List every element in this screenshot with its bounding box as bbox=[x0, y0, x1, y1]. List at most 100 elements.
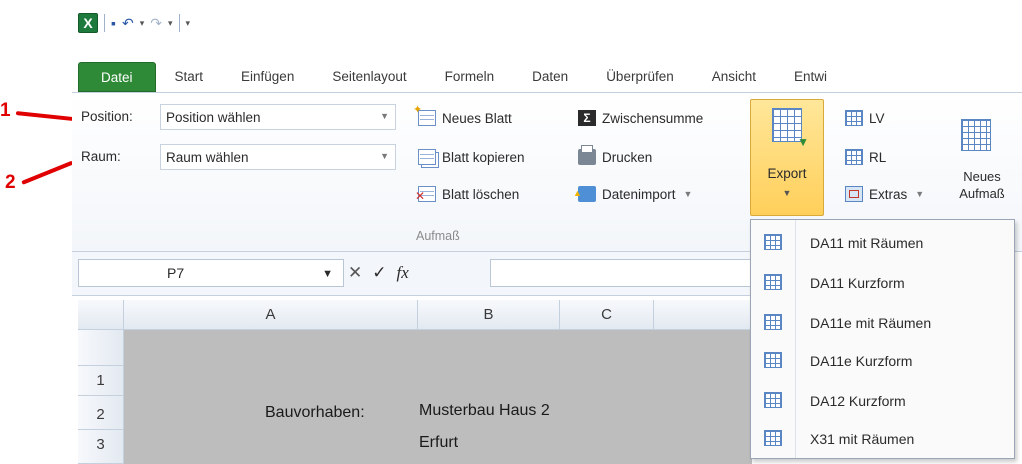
export-dropdown-menu: DA11 mit Räumen DA11 Kurzform DA11e mit … bbox=[750, 219, 1015, 459]
new-aufmass-icon[interactable] bbox=[961, 119, 991, 151]
menu-item-label: DA11 Kurzform bbox=[810, 275, 905, 291]
neues-blatt-label: Neues Blatt bbox=[442, 110, 512, 126]
select-all-corner[interactable] bbox=[78, 300, 124, 330]
tab-formeln[interactable]: Formeln bbox=[426, 62, 514, 92]
table-icon bbox=[764, 352, 782, 368]
menu-item-da11-kurzform[interactable]: DA11 Kurzform bbox=[751, 264, 1014, 302]
row-header-1[interactable]: 1 bbox=[78, 366, 124, 396]
zwischensumme-label: Zwischensumme bbox=[602, 110, 704, 126]
tab-seitenlayout[interactable]: Seitenlayout bbox=[313, 62, 425, 92]
ribbon-tabs: Datei Start Einfügen Seitenlayout Formel… bbox=[78, 58, 846, 92]
zwischensumme-button[interactable]: Σ Zwischensumme bbox=[578, 106, 703, 130]
menu-item-label: DA12 Kurzform bbox=[810, 393, 906, 409]
chevron-down-icon: ▼ bbox=[782, 188, 792, 198]
blatt-loeschen-button[interactable]: Blatt löschen bbox=[415, 182, 520, 206]
tab-ueberpruefen[interactable]: Überprüfen bbox=[587, 62, 693, 92]
drucken-label: Drucken bbox=[602, 149, 653, 165]
extras-label: Extras bbox=[869, 186, 908, 202]
excel-logo-icon: X bbox=[78, 13, 98, 33]
sigma-icon: Σ bbox=[578, 110, 596, 126]
datenimport-label: Datenimport bbox=[602, 186, 676, 202]
column-header-d[interactable] bbox=[654, 300, 752, 330]
menu-item-x31-mit-raeumen[interactable]: X31 mit Räumen bbox=[751, 420, 1014, 458]
table-icon bbox=[764, 314, 782, 330]
tab-start[interactable]: Start bbox=[156, 62, 223, 92]
raum-label: Raum: bbox=[81, 149, 121, 164]
lv-button[interactable]: LV bbox=[845, 106, 885, 130]
tab-ansicht[interactable]: Ansicht bbox=[693, 62, 775, 92]
position-combobox-value: Position wählen bbox=[166, 109, 261, 125]
copy-sheet-icon bbox=[418, 149, 436, 165]
menu-item-da11e-kurzform[interactable]: DA11e Kurzform bbox=[751, 342, 1014, 380]
enter-icon[interactable]: ✓ bbox=[372, 263, 386, 283]
table-icon bbox=[764, 234, 782, 250]
drucken-button[interactable]: Drucken bbox=[578, 145, 652, 169]
ribbon-group-label: Aufmaß bbox=[416, 229, 460, 243]
cancel-icon[interactable]: ✕ bbox=[348, 263, 362, 283]
neues-aufmass-button[interactable]: Neues Aufmaß bbox=[952, 168, 1012, 202]
cell-b2[interactable]: Musterbau Haus 2 bbox=[419, 402, 550, 420]
export-label: Export bbox=[767, 166, 807, 181]
name-box[interactable]: P7 ▼ bbox=[78, 259, 344, 287]
callout-number-1: 1 bbox=[0, 100, 11, 121]
row-header-3[interactable]: 3 bbox=[78, 430, 124, 464]
table-icon bbox=[764, 392, 782, 408]
menu-item-label: X31 mit Räumen bbox=[810, 431, 915, 447]
formula-input[interactable] bbox=[490, 259, 752, 287]
rl-table-icon bbox=[845, 149, 863, 165]
tab-daten[interactable]: Daten bbox=[513, 62, 587, 92]
insert-function-icon[interactable]: fx bbox=[397, 263, 409, 283]
datenimport-button[interactable]: Datenimport ▼ bbox=[573, 182, 693, 206]
menu-item-da11-mit-raeumen[interactable]: DA11 mit Räumen bbox=[751, 224, 1014, 262]
save-icon[interactable]: ▪ bbox=[111, 13, 116, 33]
qat-separator bbox=[104, 14, 105, 32]
lv-table-icon bbox=[845, 110, 863, 126]
extras-icon bbox=[845, 186, 863, 202]
raum-combobox[interactable]: Raum wählen ▼ bbox=[160, 144, 396, 170]
neues-aufmass-label-line2: Aufmaß bbox=[959, 186, 1005, 201]
new-sheet-icon bbox=[413, 103, 436, 126]
tab-entwicklertools[interactable]: Entwi bbox=[775, 62, 846, 92]
formula-controls: ✕ ✓ fx bbox=[348, 259, 409, 287]
blatt-kopieren-button[interactable]: Blatt kopieren bbox=[418, 145, 525, 169]
chevron-down-icon: ▼ bbox=[683, 189, 693, 199]
rl-button[interactable]: RL bbox=[845, 145, 886, 169]
customize-qat-icon[interactable]: ▾ bbox=[186, 18, 191, 29]
neues-blatt-button[interactable]: Neues Blatt bbox=[413, 103, 512, 130]
delete-sheet-icon bbox=[415, 186, 436, 203]
menu-item-label: DA11 mit Räumen bbox=[810, 235, 924, 251]
lv-label: LV bbox=[869, 110, 885, 126]
raum-combobox-value: Raum wählen bbox=[166, 149, 249, 165]
chevron-down-icon: ▼ bbox=[322, 268, 333, 280]
tab-datei[interactable]: Datei bbox=[78, 62, 156, 92]
blatt-loeschen-label: Blatt löschen bbox=[442, 186, 520, 202]
qat-separator bbox=[178, 14, 180, 32]
column-header-c[interactable]: C bbox=[560, 300, 654, 330]
name-box-value: P7 bbox=[167, 265, 185, 281]
cell-a2[interactable]: Bauvorhaben: bbox=[265, 404, 365, 422]
redo-icon[interactable]: ↷ bbox=[150, 13, 162, 33]
export-table-icon bbox=[772, 108, 809, 149]
position-combobox[interactable]: Position wählen ▼ bbox=[160, 104, 396, 130]
tab-einfuegen[interactable]: Einfügen bbox=[222, 62, 313, 92]
extras-button[interactable]: Extras ▼ bbox=[845, 182, 924, 206]
menu-item-da11e-mit-raeumen[interactable]: DA11e mit Räumen bbox=[751, 304, 1014, 342]
callout-number-2: 2 bbox=[5, 172, 16, 193]
callout-arrow-2 bbox=[21, 160, 74, 185]
rl-label: RL bbox=[869, 149, 887, 165]
quick-access-toolbar: X ▪ ↶ ▾ ↷ ▾ ▾ bbox=[78, 10, 190, 36]
import-icon bbox=[573, 186, 596, 202]
export-button[interactable]: Export ▼ bbox=[750, 99, 824, 216]
row-header-blank bbox=[78, 330, 124, 366]
menu-item-da12-kurzform[interactable]: DA12 Kurzform bbox=[751, 382, 1014, 420]
menu-item-label: DA11e Kurzform bbox=[810, 353, 913, 369]
cell-b3[interactable]: Erfurt bbox=[419, 434, 458, 452]
column-header-a[interactable]: A bbox=[124, 300, 418, 330]
table-icon bbox=[764, 274, 782, 290]
undo-icon[interactable]: ↶ bbox=[122, 13, 134, 33]
column-header-b[interactable]: B bbox=[418, 300, 560, 330]
menu-item-label: DA11e mit Räumen bbox=[810, 315, 932, 331]
row-header-2[interactable]: 2 bbox=[78, 396, 124, 430]
redo-dropdown-icon[interactable]: ▾ bbox=[168, 18, 173, 29]
undo-dropdown-icon[interactable]: ▾ bbox=[140, 18, 145, 29]
